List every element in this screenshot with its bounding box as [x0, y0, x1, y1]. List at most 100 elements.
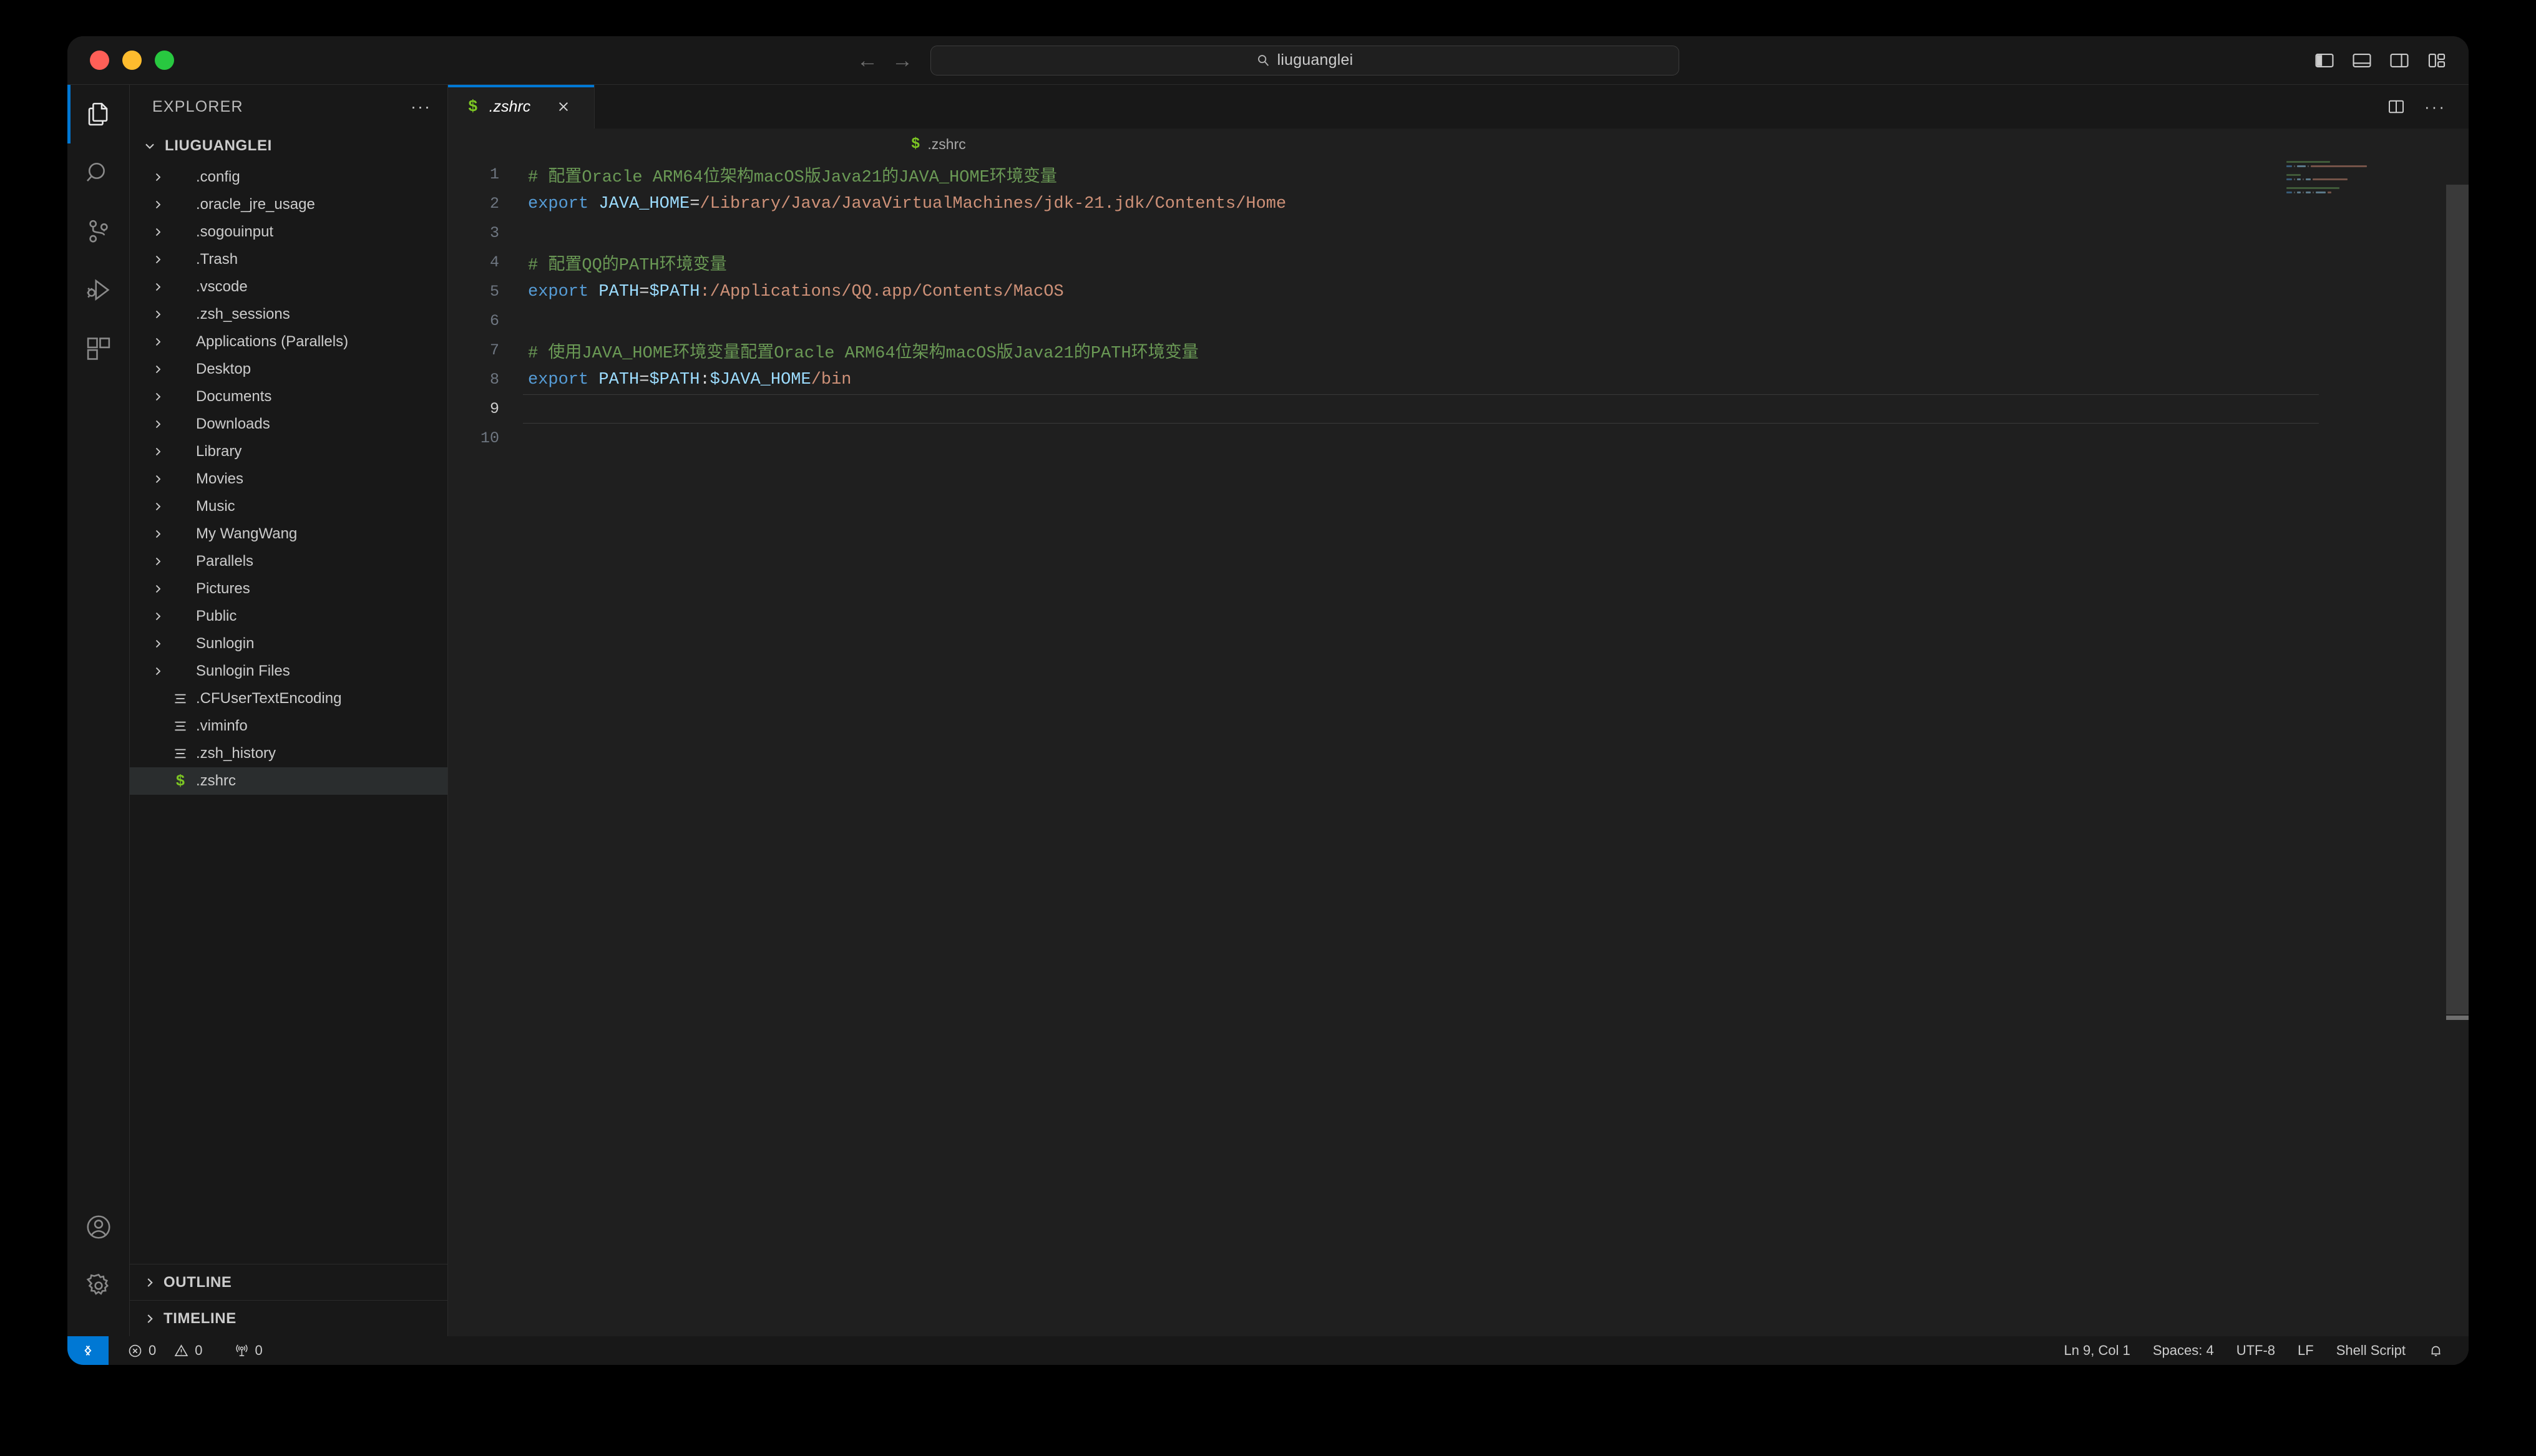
ellipsis-icon[interactable]: ··· — [2424, 99, 2446, 115]
status-eol[interactable]: LF — [2286, 1342, 2325, 1359]
status-notifications[interactable] — [2417, 1343, 2455, 1359]
tree-item-viminfo[interactable]: .viminfo — [130, 712, 447, 740]
section-timeline[interactable]: TIMELINE — [130, 1300, 447, 1336]
tree-item-desktop[interactable]: Desktop — [130, 356, 447, 383]
toggle-secondary-sidebar-icon[interactable] — [2389, 50, 2410, 71]
editor-tab-bar: $ .zshrc ··· — [448, 85, 2469, 129]
tree-item-movies[interactable]: Movies — [130, 465, 447, 493]
status-indentation[interactable]: Spaces: 4 — [2142, 1342, 2225, 1359]
sidebar-item-search[interactable] — [67, 143, 129, 202]
status-problems-group[interactable]: 0 0 0 — [109, 1336, 271, 1365]
tree-item-label: .CFUserTextEncoding — [196, 690, 342, 707]
tree-item-pictures[interactable]: Pictures — [130, 575, 447, 603]
forward-arrow-icon[interactable]: → — [892, 50, 913, 71]
code-line[interactable]: 8 export PATH=$PATH:$JAVA_HOME/bin — [448, 365, 2469, 394]
chevron-right-icon — [147, 665, 168, 677]
tree-item-sunlogin[interactable]: Sunlogin — [130, 630, 447, 658]
sidebar-item-explorer[interactable] — [67, 85, 129, 143]
editor-area: $ .zshrc ··· $ .zshrc 1 # 配置Oracle ARM64… — [448, 85, 2469, 1336]
token-var: PATH — [598, 370, 640, 389]
code-line[interactable]: 6 — [448, 306, 2469, 336]
folder-tree-section: LIUGUANGLEI .config .oracle_jre_usage .sog… — [130, 129, 447, 1336]
status-ports[interactable]: 0 — [225, 1342, 271, 1359]
token-kw: export — [528, 194, 589, 213]
command-center-search[interactable]: liuguanglei — [930, 45, 1679, 75]
toggle-primary-sidebar-icon[interactable] — [2314, 50, 2335, 71]
chevron-right-icon — [147, 363, 168, 376]
ports-icon — [235, 1344, 248, 1356]
token-kw: export — [528, 370, 589, 389]
status-encoding[interactable]: UTF-8 — [2225, 1342, 2286, 1359]
code-line-content — [523, 218, 2319, 248]
code-line[interactable]: 4 # 配置QQ的PATH环境变量 — [448, 248, 2469, 277]
window-traffic-lights — [90, 51, 174, 70]
tree-item-zsh-history[interactable]: .zsh_history — [130, 740, 447, 767]
code-tokens: # 配置Oracle ARM64位架构macOS版Java21的JAVA_HOM… — [523, 162, 1057, 187]
code-line[interactable]: 2 export JAVA_HOME=/Library/Java/JavaVirt… — [448, 189, 2469, 218]
tree-item-documents[interactable]: Documents — [130, 383, 447, 410]
tree-item-trash[interactable]: .Trash — [130, 246, 447, 273]
maximize-window-button[interactable] — [155, 51, 174, 70]
minimize-window-button[interactable] — [122, 51, 142, 70]
customize-layout-icon[interactable] — [2426, 50, 2447, 71]
tree-item-music[interactable]: Music — [130, 493, 447, 520]
remote-window-button[interactable] — [67, 1336, 109, 1365]
split-editor-icon[interactable] — [2387, 97, 2406, 116]
status-warnings[interactable]: 0 — [165, 1342, 211, 1359]
scrollbar-slider[interactable] — [2446, 185, 2469, 1014]
section-outline[interactable]: OUTLINE — [130, 1264, 447, 1300]
code-line[interactable]: 3 — [448, 218, 2469, 248]
code-line[interactable]: 5 export PATH=$PATH:/Applications/QQ.app/… — [448, 277, 2469, 306]
close-window-button[interactable] — [90, 51, 109, 70]
accounts-button[interactable] — [67, 1198, 129, 1256]
manage-settings-button[interactable] — [67, 1256, 129, 1315]
tree-item-config[interactable]: .config — [130, 163, 447, 191]
tree-item-public[interactable]: Public — [130, 603, 447, 630]
sidebar-item-source-control[interactable] — [67, 202, 129, 261]
code-line[interactable]: 9 — [448, 394, 2469, 424]
tree-item-my-wangwang[interactable]: My WangWang — [130, 520, 447, 548]
tree-root-header[interactable]: LIUGUANGLEI — [130, 129, 447, 163]
line-number: 6 — [489, 312, 499, 330]
line-number: 8 — [489, 371, 499, 389]
code-lines: 1 # 配置Oracle ARM64位架构macOS版Java21的JAVA_HO… — [448, 160, 2469, 1336]
tree-item-parallels[interactable]: Parallels — [130, 548, 447, 575]
toggle-panel-icon[interactable] — [2351, 50, 2373, 71]
tree-item-library[interactable]: Library — [130, 438, 447, 465]
status-language-mode[interactable]: Shell Script — [2325, 1342, 2417, 1359]
back-arrow-icon[interactable]: ← — [857, 50, 878, 71]
sidebar-more-actions-icon[interactable]: ··· — [411, 98, 431, 115]
status-editor-position[interactable]: Ln 9, Col 1 — [2052, 1342, 2141, 1359]
plain-file-icon — [168, 691, 192, 706]
tab-zshrc[interactable]: $ .zshrc — [448, 85, 595, 129]
tree-item-oracle-jre-usage[interactable]: .oracle_jre_usage — [130, 191, 447, 218]
editor-vertical-scrollbar[interactable] — [2446, 160, 2469, 1336]
tree-item-cfusertextencoding[interactable]: .CFUserTextEncoding — [130, 685, 447, 712]
sidebar-item-run-and-debug[interactable] — [67, 261, 129, 319]
warning-icon — [174, 1344, 188, 1356]
line-number: 7 — [489, 341, 499, 359]
status-errors-count: 0 — [149, 1342, 157, 1358]
tree-item-downloads[interactable]: Downloads — [130, 410, 447, 438]
token-comment: # 配置QQ的PATH环境变量 — [528, 256, 727, 275]
explorer-sidebar: EXPLORER ··· LIUGUANGLEI .config .oracle_… — [130, 85, 448, 1336]
code-line[interactable]: 1 # 配置Oracle ARM64位架构macOS版Java21的JAVA_HO… — [448, 160, 2469, 189]
close-icon[interactable] — [553, 96, 574, 117]
code-line[interactable]: 7 # 使用JAVA_HOME环境变量配置Oracle ARM64位架构macOS… — [448, 336, 2469, 365]
sidebar-item-extensions[interactable] — [67, 319, 129, 378]
status-warnings-count: 0 — [195, 1342, 203, 1358]
tree-item-zsh-sessions[interactable]: .zsh_sessions — [130, 301, 447, 328]
code-editor[interactable]: 1 # 配置Oracle ARM64位架构macOS版Java21的JAVA_HO… — [448, 160, 2469, 1336]
status-editor-position-label: Ln 9, Col 1 — [2064, 1342, 2130, 1358]
line-number: 5 — [489, 283, 499, 301]
tree-item-sogouinput[interactable]: .sogouinput — [130, 218, 447, 246]
tree-item-zshrc[interactable]: $ .zshrc — [130, 767, 447, 795]
file-tree: .config .oracle_jre_usage .sogouinput .Tras… — [130, 163, 447, 1264]
workbench-body: EXPLORER ··· LIUGUANGLEI .config .oracle_… — [67, 85, 2469, 1336]
tree-item-applications-parallels[interactable]: Applications (Parallels) — [130, 328, 447, 356]
tree-item-vscode[interactable]: .vscode — [130, 273, 447, 301]
status-errors[interactable]: 0 — [119, 1342, 165, 1359]
tree-item-label: Downloads — [196, 415, 270, 432]
tree-item-sunlogin-files[interactable]: Sunlogin Files — [130, 658, 447, 685]
code-line[interactable]: 10 — [448, 424, 2469, 453]
